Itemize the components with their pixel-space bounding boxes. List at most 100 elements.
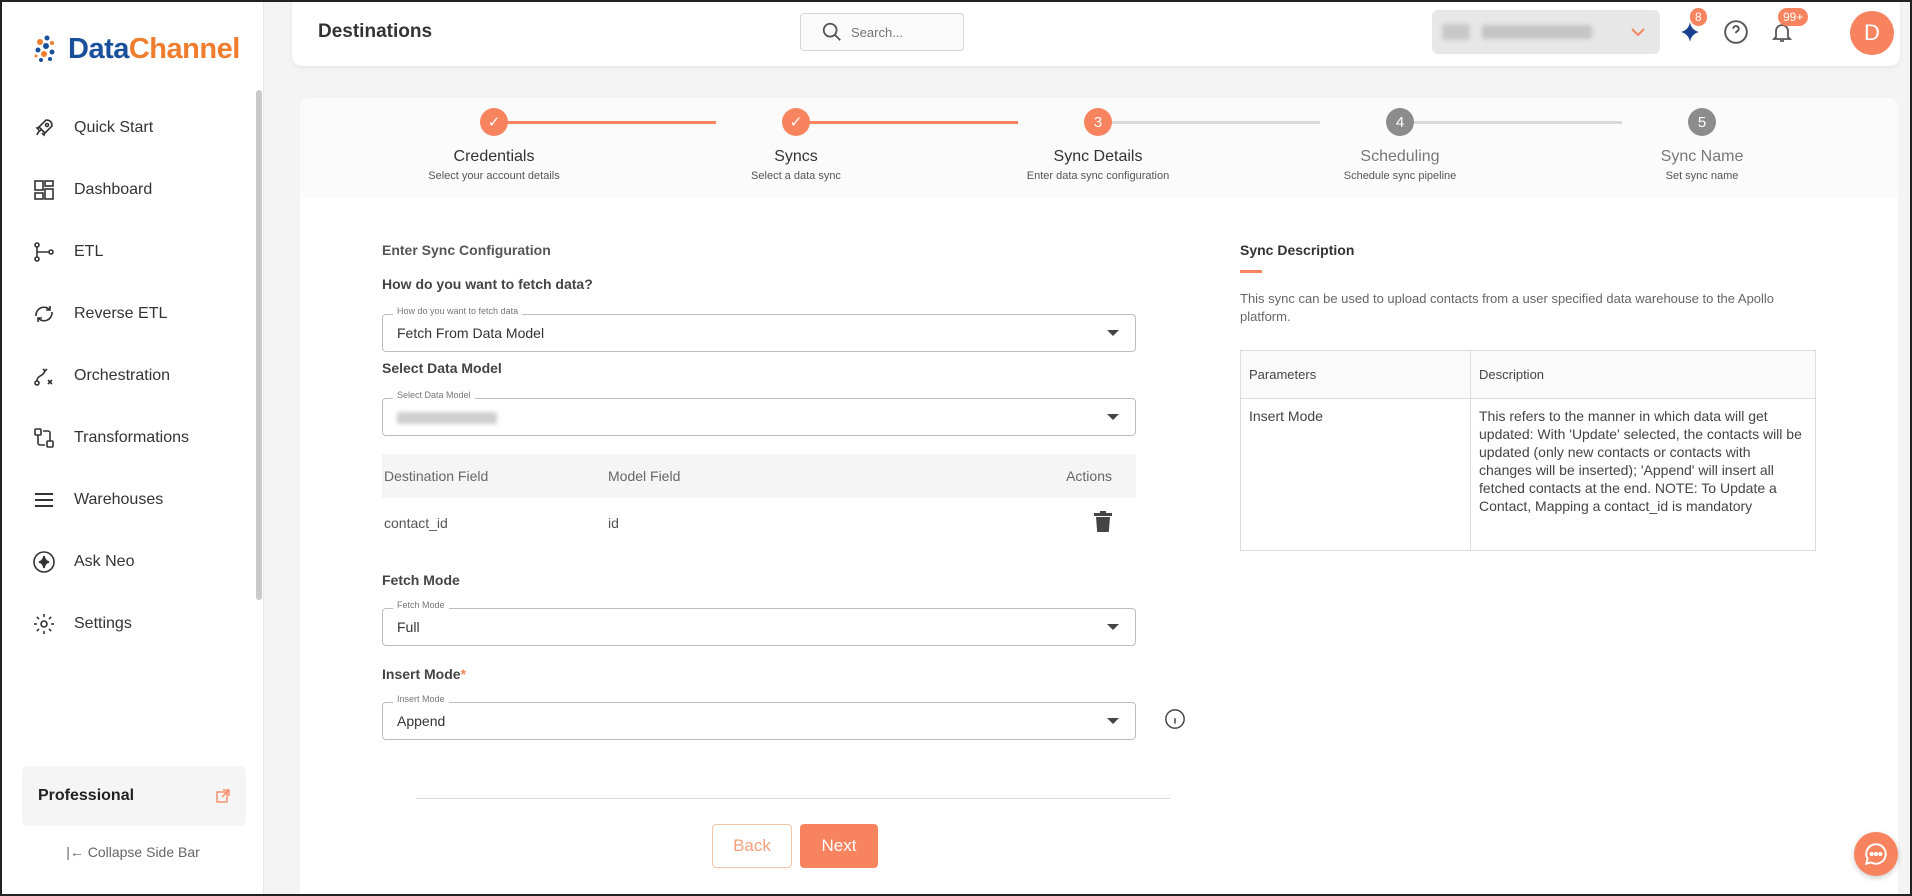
chevron-down-icon [1631,28,1645,37]
logo-text-channel: Channel [128,32,240,65]
step-title: Sync Name [1660,148,1744,165]
step-title: Credentials [453,148,535,165]
field-value-redacted [397,412,497,424]
required-asterisk: * [460,666,467,682]
search-input[interactable] [851,24,951,40]
sidebar-item-settings[interactable]: Settings [2,593,252,655]
sidebar-item-reverse-etl[interactable]: Reverse ETL [2,283,252,345]
sidebar-nav: Quick Start Dashboard ETL Reverse ETL Or… [2,97,252,655]
sidebar-item-label: Reverse ETL [74,305,168,322]
search-icon [822,22,841,41]
column-header: Destination Field [384,468,489,484]
collapse-label: Collapse Side Bar [87,844,200,860]
fetch-mode-label: Fetch Mode [382,572,460,588]
column-header: Actions [1066,468,1112,484]
sparkle-badge: 8 [1690,8,1707,26]
sidebar-item-quick-start[interactable]: Quick Start [2,97,252,159]
logo-icon [34,35,55,62]
notifications-button[interactable]: 99+ [1768,8,1809,46]
sidebar-scrollbar[interactable] [256,90,262,600]
step-sync-name[interactable]: 5 Sync Name Set sync name [1602,108,1802,182]
plan-box[interactable]: Professional [22,766,246,826]
table-row: contact_id id [382,498,1136,548]
plan-label: Professional [38,787,135,804]
step-scheduling[interactable]: 4 Scheduling Schedule sync pipeline [1300,108,1500,182]
sidebar-item-label: Settings [74,615,132,632]
notifications-badge: 99+ [1778,8,1809,26]
step-subtitle: Set sync name [1665,170,1739,182]
step-title: Scheduling [1360,148,1440,165]
insert-mode-label: Insert Mode* [382,666,466,682]
dropdown-arrow-icon [1107,330,1119,336]
collapse-icon: |← [66,844,84,860]
check-icon: ✓ [782,108,810,136]
top-header: Destinations 8 99+ D [292,0,1900,66]
logo-text-data: Data [68,32,129,65]
ai-sparkle-button[interactable]: 8 [1676,8,1707,46]
step-syncs[interactable]: ✓ Syncs Select a data sync [696,108,896,182]
reverse-etl-icon [30,300,58,328]
sidebar-item-label: Orchestration [74,367,171,384]
step-number: 3 [1084,108,1112,136]
step-credentials[interactable]: ✓ Credentials Select your account detail… [394,108,594,182]
fetch-question-label: How do you want to fetch data? [382,276,593,292]
destination-field-cell: contact_id [384,515,448,531]
page-title: Destinations [318,21,433,42]
table-row: Insert Mode This refers to the manner in… [1240,398,1816,551]
dropdown-arrow-icon [1107,718,1119,724]
step-number: 4 [1386,108,1414,136]
step-subtitle: Select your account details [428,170,560,182]
sidebar-item-dashboard[interactable]: Dashboard [2,159,252,221]
help-icon [1724,20,1748,44]
dashboard-icon [30,176,58,204]
check-icon: ✓ [480,108,508,136]
collapse-sidebar-button[interactable]: |← Collapse Side Bar [2,844,264,860]
sidebar-item-label: ETL [74,243,104,260]
field-legend: Select Data Model [393,390,475,400]
logo[interactable]: DataChannel [32,32,240,66]
info-icon[interactable] [1164,708,1186,730]
delete-row-button[interactable] [1028,510,1136,536]
sidebar-item-label: Transformations [74,429,189,446]
back-button[interactable]: Back [712,824,792,868]
warehouses-icon [30,486,58,514]
title-accent-bar [1240,270,1262,273]
fetch-mode-select[interactable]: Fetch Mode Full [382,600,1136,646]
chat-icon [1864,843,1887,866]
etl-icon [30,238,58,266]
gear-icon [30,610,58,638]
sidebar-item-etl[interactable]: ETL [2,221,252,283]
external-link-icon[interactable] [216,789,230,803]
section-title: Enter Sync Configuration [382,242,551,258]
step-subtitle: Select a data sync [751,170,841,182]
sidebar-item-warehouses[interactable]: Warehouses [2,469,252,531]
help-button[interactable] [1722,18,1750,46]
step-number: 5 [1688,108,1716,136]
sidebar-item-orchestration[interactable]: Orchestration [2,345,252,407]
sidebar-item-label: Warehouses [74,491,164,508]
sidebar-item-transformations[interactable]: Transformations [2,407,252,469]
transformations-icon [30,424,58,452]
dropdown-arrow-icon [1107,414,1119,420]
divider [416,798,1170,799]
main-card: ✓ Credentials Select your account detail… [300,98,1898,896]
sidebar-item-ask-neo[interactable]: Ask Neo [2,531,252,593]
trash-icon [1094,510,1112,532]
account-selector[interactable] [1432,10,1660,54]
step-sync-details[interactable]: 3 Sync Details Enter data sync configura… [998,108,1198,182]
search-box[interactable] [800,13,964,51]
step-title: Sync Details [1053,148,1143,165]
avatar[interactable]: D [1850,11,1894,55]
field-value: Fetch From Data Model [397,325,545,341]
chat-support-button[interactable] [1854,832,1898,876]
mapping-table: Destination Field Model Field Actions co… [382,454,1136,548]
insert-mode-select[interactable]: Insert Mode Append [382,694,1136,740]
next-button[interactable]: Next [800,824,878,868]
model-field-cell: id [608,515,619,531]
step-subtitle: Enter data sync configuration [1026,170,1170,182]
fetch-method-select[interactable]: How do you want to fetch data Fetch From… [382,306,1136,352]
field-value: Full [397,619,420,635]
data-model-select[interactable]: Select Data Model [382,390,1136,436]
field-legend: Fetch Mode [393,600,449,610]
orchestration-icon [30,362,58,390]
